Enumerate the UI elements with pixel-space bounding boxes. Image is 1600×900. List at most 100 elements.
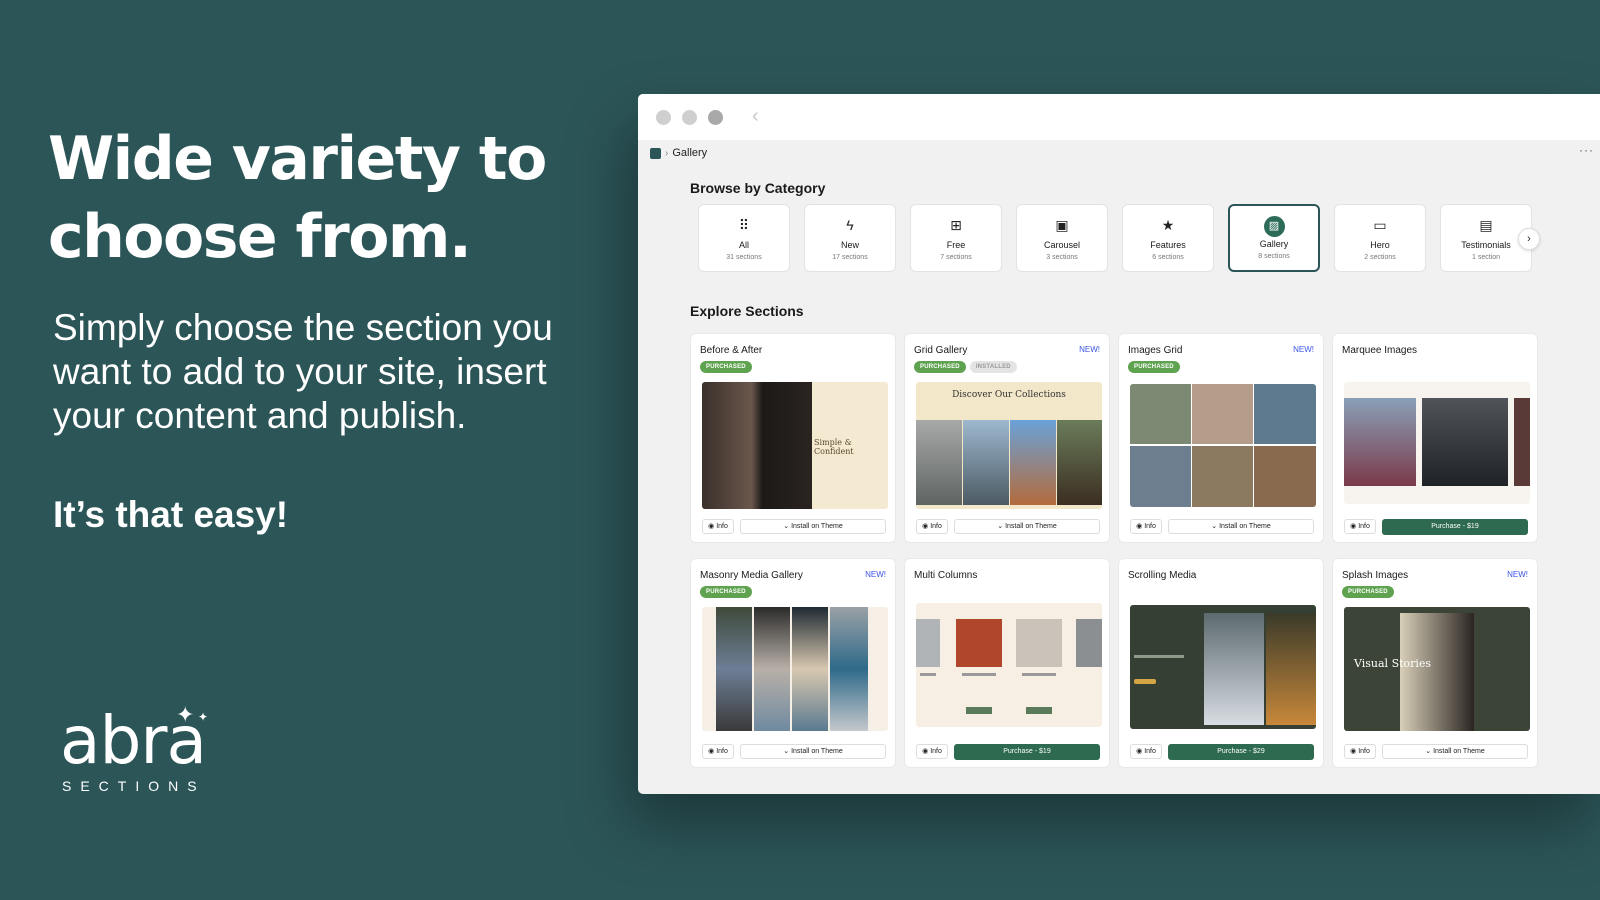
thumb-heading: Discover Our Collections (952, 390, 1066, 400)
purchase-button[interactable]: Purchase - $19 (954, 744, 1100, 760)
new-label: NEW! (865, 570, 886, 579)
browse-title: Browse by Category (690, 180, 826, 196)
titlebar: ‹ (638, 94, 1600, 140)
info-label: Info (930, 523, 942, 530)
app-window: ‹ › Gallery ··· Browse by Category ⠿ All… (638, 94, 1600, 794)
info-button[interactable]: ◉ Info (1130, 744, 1162, 759)
install-button[interactable]: ⌄ Install on Theme (740, 519, 886, 534)
subtext: Simply choose the section you want to ad… (53, 307, 553, 436)
install-button[interactable]: ⌄ Install on Theme (740, 744, 886, 759)
card-title: Grid Gallery (914, 345, 968, 356)
badge-row: PURCHASED (1342, 586, 1394, 598)
more-icon[interactable]: ··· (1579, 143, 1594, 157)
photo-3 (1010, 420, 1056, 505)
card-images-grid[interactable]: Images Grid NEW! PURCHASED ◉ Info ⌄ Inst… (1118, 333, 1324, 543)
card-thumbnail (702, 607, 888, 731)
back-chevron-icon[interactable]: ‹ (752, 105, 759, 128)
breadcrumb-gallery[interactable]: Gallery (672, 147, 707, 159)
info-button[interactable]: ◉ Info (916, 519, 948, 534)
info-label: Info (1144, 748, 1156, 755)
card-title: Images Grid (1128, 345, 1183, 356)
info-button[interactable]: ◉ Info (1344, 519, 1376, 534)
text-line (962, 673, 996, 676)
badge-row: PURCHASED (700, 586, 752, 598)
card-before-after[interactable]: Before & After PURCHASED Simple & Confid… (690, 333, 896, 543)
card-grid-gallery[interactable]: Grid Gallery NEW! PURCHASED INSTALLED Di… (904, 333, 1110, 543)
info-label: Info (1358, 748, 1370, 755)
tagline: It’s that easy! (53, 494, 289, 535)
image-icon: ▨ (1263, 216, 1285, 237)
category-all[interactable]: ⠿ All 31 sections (698, 204, 790, 272)
category-count: 31 sections (726, 254, 762, 261)
badge-row: PURCHASED (700, 361, 752, 373)
photo-1 (1400, 613, 1474, 731)
new-label: NEW! (1079, 345, 1100, 354)
photo-5 (1192, 446, 1253, 507)
category-gallery[interactable]: ▨ Gallery 8 sections (1228, 204, 1320, 272)
card-marquee-images[interactable]: Marquee Images ◉ Info Purchase - $19 (1332, 333, 1538, 543)
action-label: Install on Theme (1433, 748, 1485, 755)
card-footer: ◉ Info Purchase - $19 (916, 744, 1100, 760)
photo-2 (956, 619, 1002, 667)
card-footer: ◉ Info ⌄ Install on Theme (916, 519, 1100, 534)
mini-button (1134, 679, 1156, 684)
category-features[interactable]: ★ Features 6 sections (1122, 204, 1214, 272)
card-thumbnail (916, 603, 1102, 727)
chevron-right-icon[interactable]: › (1518, 228, 1540, 250)
photo-1 (716, 607, 752, 731)
info-button[interactable]: ◉ Info (702, 744, 734, 759)
category-free[interactable]: ⊞ Free 7 sections (910, 204, 1002, 272)
install-button[interactable]: ⌄ Install on Theme (1382, 744, 1528, 759)
category-label: Hero (1370, 240, 1390, 250)
info-label: Info (716, 748, 728, 755)
photo-3 (1254, 384, 1316, 444)
purchased-badge: PURCHASED (700, 586, 752, 598)
category-new[interactable]: ϟ New 17 sections (804, 204, 896, 272)
action-label: Install on Theme (1219, 523, 1271, 530)
installed-badge: INSTALLED (969, 361, 1017, 373)
category-count: 8 sections (1258, 253, 1290, 260)
card-masonry-media-gallery[interactable]: Masonry Media Gallery NEW! PURCHASED ◉ I… (690, 558, 896, 768)
card-thumbnail (1344, 382, 1530, 504)
photo-2 (963, 420, 1009, 505)
install-button[interactable]: ⌄ Install on Theme (1168, 519, 1314, 534)
text-line (1134, 655, 1184, 658)
zoom-dot[interactable] (708, 110, 723, 125)
info-button[interactable]: ◉ Info (702, 519, 734, 534)
card-thumbnail: Visual Stories (1344, 607, 1530, 731)
action-label: Install on Theme (1005, 523, 1057, 530)
category-count: 7 sections (940, 254, 972, 261)
category-carousel[interactable]: ▣ Carousel 3 sections (1016, 204, 1108, 272)
close-dot[interactable] (656, 110, 671, 125)
headline: Wide variety to choose from. (48, 124, 547, 272)
card-footer: ◉ Info ⌄ Install on Theme (702, 744, 886, 759)
photo-1 (916, 420, 962, 505)
info-button[interactable]: ◉ Info (916, 744, 948, 759)
card-scrolling-media[interactable]: Scrolling Media ◉ Info Purchase - $29 (1118, 558, 1324, 768)
photo-1 (1130, 384, 1191, 444)
hero: Wide variety to choose from. Simply choo… (48, 120, 608, 536)
minimize-dot[interactable] (682, 110, 697, 125)
purchased-badge: PURCHASED (914, 361, 966, 373)
info-button[interactable]: ◉ Info (1130, 519, 1162, 534)
app-logo-icon (650, 147, 661, 159)
category-label: Gallery (1259, 239, 1289, 249)
abra-logo: abra ✦ ✦ SECTIONS (60, 702, 208, 794)
info-button[interactable]: ◉ Info (1344, 744, 1376, 759)
card-title: Splash Images (1342, 570, 1409, 581)
photo-2 (754, 607, 790, 731)
photo-1 (1204, 613, 1264, 725)
card-thumbnail: Simple & Confident (702, 382, 888, 509)
photo-3 (1016, 619, 1062, 667)
card-footer: ◉ Info ⌄ Install on Theme (702, 519, 886, 534)
install-button[interactable]: ⌄ Install on Theme (954, 519, 1100, 534)
card-splash-images[interactable]: Splash Images NEW! PURCHASED Visual Stor… (1332, 558, 1538, 768)
purchase-button[interactable]: Purchase - $29 (1168, 744, 1314, 760)
photo-2 (1192, 384, 1253, 444)
category-count: 6 sections (1152, 254, 1184, 261)
category-hero[interactable]: ▭ Hero 2 sections (1334, 204, 1426, 272)
category-count: 1 section (1471, 254, 1501, 261)
purchased-badge: PURCHASED (1128, 361, 1180, 373)
purchase-button[interactable]: Purchase - $19 (1382, 519, 1528, 535)
card-multi-columns[interactable]: Multi Columns ◉ Info Purchase - $19 (904, 558, 1110, 768)
